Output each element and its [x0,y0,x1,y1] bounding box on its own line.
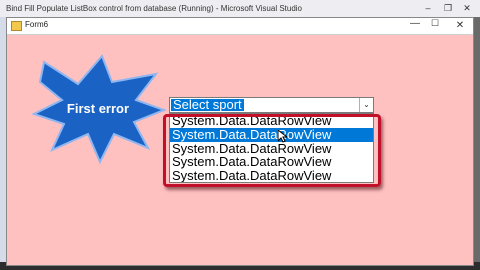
combobox-selected-text: Select sport [171,97,244,112]
form-maximize-button[interactable]: ☐ [431,18,439,29]
vs-title-bar: Bind Fill Populate ListBox control from … [0,0,480,17]
vs-maximize-button[interactable]: ❐ [441,0,455,17]
mouse-pointer-icon [278,130,287,143]
form-title-bar: Form6 — ☐ ✕ [7,18,473,35]
error-highlight-box [163,114,381,187]
form-close-button[interactable]: ✕ [450,19,470,33]
vs-minimize-button[interactable]: – [421,0,435,17]
chevron-down-icon[interactable]: ⌄ [359,98,373,112]
form-minimize-button[interactable]: — [410,18,420,29]
callout-text: First error [66,101,130,116]
vs-close-button[interactable]: ✕ [460,0,474,17]
form-icon [11,21,22,31]
vs-window-title: Bind Fill Populate ListBox control from … [6,4,302,13]
sport-combobox[interactable]: Select sport ⌄ [169,97,374,113]
form-title: Form6 [25,20,49,29]
